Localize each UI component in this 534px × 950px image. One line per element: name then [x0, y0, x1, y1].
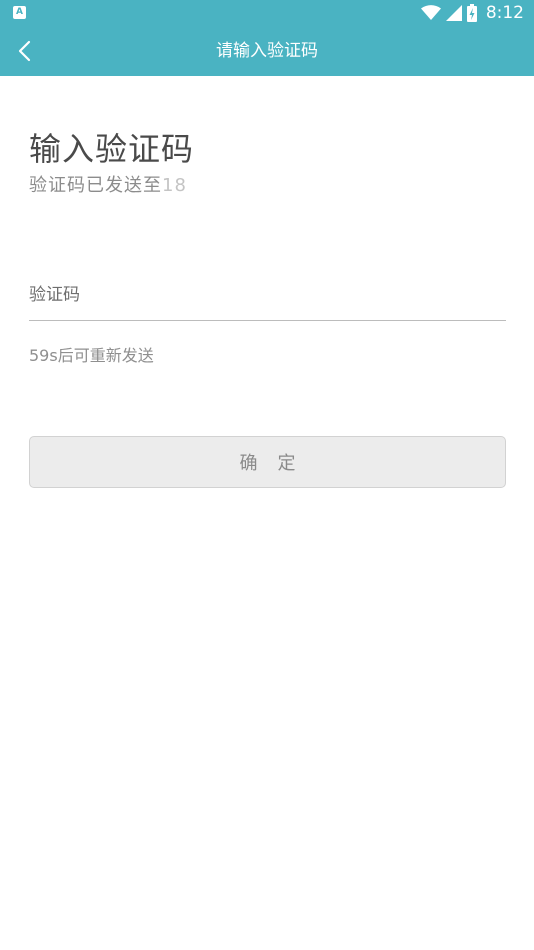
status-time: 8:12: [485, 3, 524, 23]
battery-charging-icon: [466, 4, 477, 22]
sent-to-subtitle: 验证码已发送至18: [29, 171, 215, 197]
a-notification-icon: A: [13, 6, 26, 19]
heading: 输入验证码: [29, 130, 195, 168]
wifi-icon: [420, 5, 441, 20]
page-title: 请输入验证码: [216, 41, 318, 61]
confirm-button[interactable]: 确定: [29, 436, 506, 488]
back-button[interactable]: [8, 34, 42, 68]
verification-code-input[interactable]: [29, 270, 506, 320]
status-bar: A 8:12: [0, 0, 534, 26]
app-bar: 请输入验证码: [0, 26, 534, 76]
confirm-label: 确定: [239, 453, 316, 474]
code-field: [29, 270, 506, 321]
resend-countdown: 59s后可重新发送: [29, 346, 154, 365]
chevron-left-icon: [18, 40, 31, 62]
cell-signal-icon: [445, 5, 462, 21]
sent-to-label: 验证码已发送至: [29, 175, 162, 196]
status-icons: 8:12: [420, 0, 524, 26]
phone-number: 18: [162, 175, 187, 196]
